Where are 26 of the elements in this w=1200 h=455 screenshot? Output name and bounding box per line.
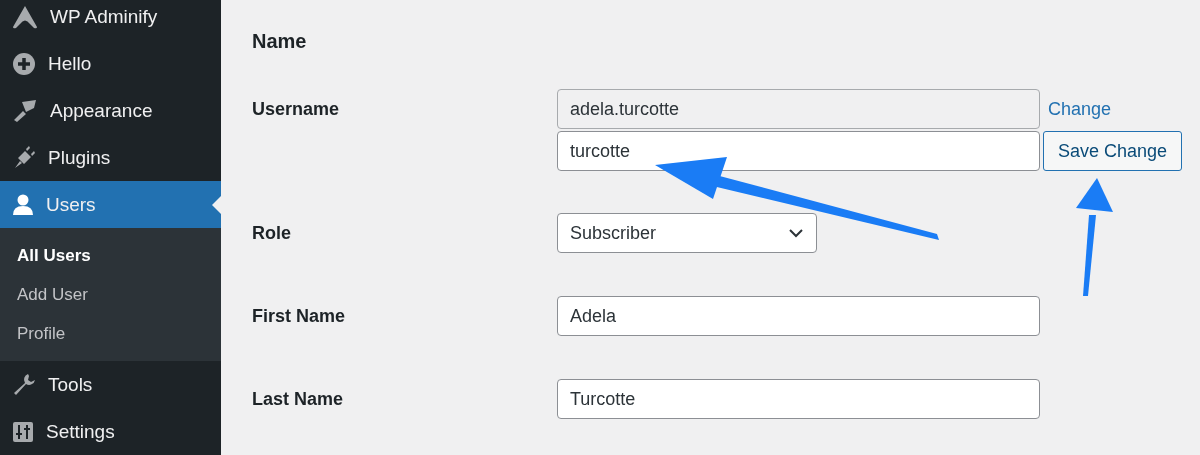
sidebar-item[interactable]: Users [0, 181, 221, 229]
sidebar-item[interactable]: Appearance [0, 87, 221, 135]
submenu-item[interactable]: Profile [0, 314, 221, 354]
sidebar-item[interactable]: Hello [0, 40, 221, 88]
user-icon [12, 192, 34, 217]
field-label: First Name [252, 305, 347, 328]
sliders-icon [12, 420, 34, 443]
mountain-logo-icon [12, 5, 38, 30]
sidebar-item[interactable]: Tools [0, 361, 221, 409]
field-label: Last Name [252, 388, 345, 411]
paintbrush-icon [12, 99, 38, 124]
plug-icon [12, 146, 36, 170]
field-label: Username [252, 98, 341, 121]
text-field[interactable]: Adela [557, 296, 1040, 336]
section-heading: Name [252, 30, 308, 53]
submenu-item[interactable]: All Users [0, 236, 221, 276]
plus-circle-icon [12, 52, 36, 77]
text-field[interactable]: Turcotte [557, 379, 1040, 419]
submenu-item[interactable]: Add User [0, 275, 221, 315]
wrench-icon [12, 372, 36, 397]
field-label: Role [252, 222, 292, 245]
chevron-down-icon [788, 228, 804, 238]
sidebar-item[interactable]: WP Adminify [0, 0, 221, 41]
role-select[interactable]: Subscriber [557, 213, 817, 253]
sidebar-item[interactable]: Settings [0, 408, 221, 455]
sidebar-item[interactable]: Plugins [0, 134, 221, 182]
